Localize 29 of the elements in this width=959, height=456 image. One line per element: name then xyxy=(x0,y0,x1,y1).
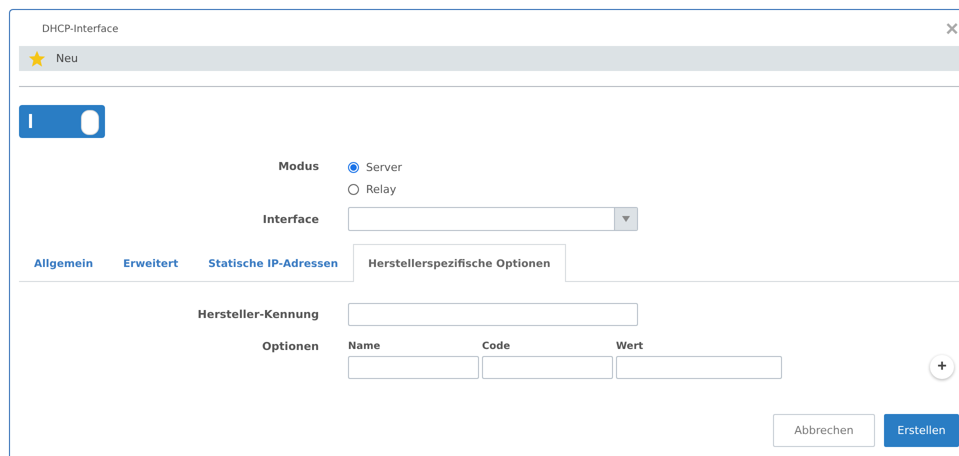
column-header: Wert xyxy=(616,340,644,354)
column-header: Code xyxy=(482,340,512,354)
field-label: Hersteller-Kennung xyxy=(196,308,320,321)
close-button[interactable]: × xyxy=(945,18,959,40)
field-label: Interface xyxy=(262,212,320,226)
radio-button[interactable] xyxy=(348,162,359,172)
radio-label: Relay xyxy=(366,182,396,196)
column-header: Name xyxy=(348,340,382,354)
field-label: Optionen xyxy=(261,340,320,355)
tab[interactable]: Allgemein xyxy=(19,244,108,282)
interface-select[interactable] xyxy=(348,207,638,231)
star-icon xyxy=(28,50,46,68)
tab[interactable]: Statische IP-Adressen xyxy=(193,244,354,282)
input-field[interactable] xyxy=(482,356,613,379)
radio-button[interactable] xyxy=(348,184,359,194)
create-button[interactable]: Erstellen xyxy=(884,414,959,447)
window-title: DHCP-Interface xyxy=(42,24,120,34)
header-label: Neu xyxy=(56,52,78,65)
caret-icon xyxy=(622,216,630,222)
field-label: Modus xyxy=(277,159,320,175)
toggle-switch[interactable] xyxy=(19,105,105,138)
radio-label: Server xyxy=(366,160,402,174)
tab[interactable]: Herstellerspezifische Optionen xyxy=(353,244,566,282)
add-button[interactable]: + xyxy=(930,355,954,379)
tab[interactable]: Erweitert xyxy=(108,244,194,282)
input-field[interactable] xyxy=(616,356,782,379)
input-field[interactable] xyxy=(348,356,479,379)
cancel-button[interactable]: Abbrechen xyxy=(773,414,875,447)
input-field[interactable] xyxy=(348,303,638,326)
